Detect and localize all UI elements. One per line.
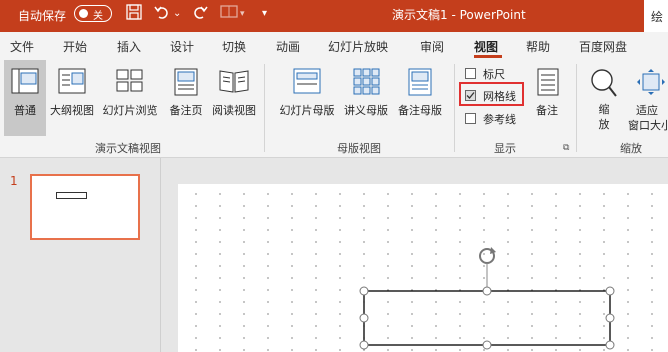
save-icon[interactable] <box>126 4 142 25</box>
slide-sorter-button[interactable]: 幻灯片浏览 <box>98 60 162 136</box>
reading-view-label: 阅读视图 <box>212 104 256 117</box>
reading-view-icon <box>219 70 249 93</box>
slide-master-icon <box>293 68 321 94</box>
active-tab-indicator <box>474 55 502 58</box>
fit-to-window-label-line1: 适应 <box>636 104 658 117</box>
slide-sorter-icon <box>116 69 143 92</box>
group-separator <box>576 64 577 152</box>
notes-button[interactable]: 备注 <box>528 60 566 136</box>
dialog-launcher-icon[interactable]: ⧉ <box>563 143 569 153</box>
resize-handle-top-right <box>605 286 615 296</box>
tab-file[interactable]: 文件 <box>10 38 34 55</box>
magnifier-icon <box>591 69 617 97</box>
redo-icon[interactable] <box>192 4 208 25</box>
autosave-label: 自动保存 <box>18 9 67 23</box>
resize-handle-left <box>359 313 369 323</box>
slide-sorter-label: 幻灯片浏览 <box>102 104 158 117</box>
ribbon-tabs: 文件 开始 插入 设计 切换 动画 幻灯片放映 审阅 视图 帮助 百度网盘 <box>0 32 668 60</box>
tab-home[interactable]: 开始 <box>63 38 87 55</box>
fit-to-window-label-line2: 窗口大小 <box>628 119 668 132</box>
guides-checkbox[interactable] <box>465 113 476 124</box>
group-label-zoom: 缩放 <box>620 142 642 155</box>
undo-dropdown-icon[interactable]: ⌄ <box>173 4 181 24</box>
tab-design[interactable]: 设计 <box>170 38 194 55</box>
handout-master-icon <box>353 68 380 95</box>
notes-master-icon <box>408 68 432 96</box>
resize-handle-bottom-left <box>359 340 369 350</box>
resize-handle-top <box>482 286 492 296</box>
tab-transitions[interactable]: 切换 <box>222 38 246 55</box>
normal-view-icon <box>11 68 39 94</box>
slideshow-icon[interactable] <box>220 4 238 25</box>
autosave-state: 关 <box>93 11 103 22</box>
rotate-handle <box>479 247 496 264</box>
tab-help[interactable]: 帮助 <box>526 38 550 55</box>
notes-page-label: 备注页 <box>169 104 203 117</box>
zoom-label: 缩 放 <box>598 103 610 131</box>
toggle-knob <box>79 9 88 18</box>
slide-master-label: 幻灯片母版 <box>279 104 335 117</box>
zoom-button[interactable]: 缩 放 <box>584 60 624 136</box>
notes-icon <box>537 68 559 96</box>
undo-icon[interactable] <box>154 4 170 25</box>
normal-view-label: 普通 <box>14 104 36 117</box>
notes-master-button[interactable]: 备注母版 <box>393 60 447 136</box>
tab-insert[interactable]: 插入 <box>117 38 141 55</box>
notes-page-button[interactable]: 备注页 <box>164 60 208 136</box>
group-separator <box>454 64 455 152</box>
customize-qat-icon[interactable]: ▾ <box>262 4 267 24</box>
ribbon: 普通 大纲视图 幻灯片浏览 备注页 阅读视图 演示文稿视图 幻灯片母版 讲义母版… <box>0 60 668 158</box>
resize-handle-top-left <box>359 286 369 296</box>
resize-handle-bottom <box>482 340 492 350</box>
ruler-label: 标尺 <box>483 68 505 81</box>
notes-master-label: 备注母版 <box>398 104 442 117</box>
notes-label: 备注 <box>536 104 558 117</box>
outline-view-button[interactable]: 大纲视图 <box>47 60 97 136</box>
outline-view-icon <box>58 68 86 94</box>
tab-view[interactable]: 视图 <box>474 38 498 55</box>
selected-textbox[interactable] <box>350 246 630 352</box>
handout-master-label: 讲义母版 <box>344 104 388 117</box>
group-label-presentation-views: 演示文稿视图 <box>95 142 161 155</box>
slideshow-dropdown-icon[interactable]: ▾ <box>240 4 245 24</box>
resize-handle-right <box>605 313 615 323</box>
reading-view-button[interactable]: 阅读视图 <box>208 60 260 136</box>
tab-review[interactable]: 审阅 <box>420 38 444 55</box>
group-separator <box>264 64 265 152</box>
fit-to-window-button[interactable]: 适应 窗口大小 <box>626 60 668 136</box>
normal-view-button[interactable]: 普通 <box>4 60 46 136</box>
textbox-border <box>363 290 611 346</box>
workspace: 1 <box>0 158 668 352</box>
guides-label: 参考线 <box>483 113 516 126</box>
group-label-show: 显示 <box>494 142 516 155</box>
notes-page-icon <box>174 68 198 96</box>
ruler-checkbox[interactable] <box>465 68 476 79</box>
resize-handle-bottom-right <box>605 340 615 350</box>
slide-number: 1 <box>10 174 18 188</box>
title-bar: 自动保存 关 ⌄ ▾ ▾ 演示文稿1 - PowerPoint 绘 <box>0 0 668 32</box>
thumbnail-textbox <box>56 192 87 199</box>
handout-master-button[interactable]: 讲义母版 <box>340 60 392 136</box>
sign-in-area[interactable]: 绘 <box>644 0 668 32</box>
fit-to-window-icon <box>637 69 665 95</box>
group-label-master-views: 母版视图 <box>337 142 381 155</box>
tab-slideshow[interactable]: 幻灯片放映 <box>328 38 388 55</box>
gridlines-highlight-box <box>459 82 524 106</box>
pane-divider[interactable] <box>160 158 161 352</box>
slide-master-button[interactable]: 幻灯片母版 <box>274 60 340 136</box>
tab-baidu-netdisk[interactable]: 百度网盘 <box>579 38 627 55</box>
document-title: 演示文稿1 - PowerPoint <box>392 8 526 22</box>
outline-view-label: 大纲视图 <box>50 104 94 117</box>
slide-thumbnail[interactable] <box>30 174 140 240</box>
tab-animations[interactable]: 动画 <box>276 38 300 55</box>
autosave-toggle[interactable]: 关 <box>74 5 112 22</box>
